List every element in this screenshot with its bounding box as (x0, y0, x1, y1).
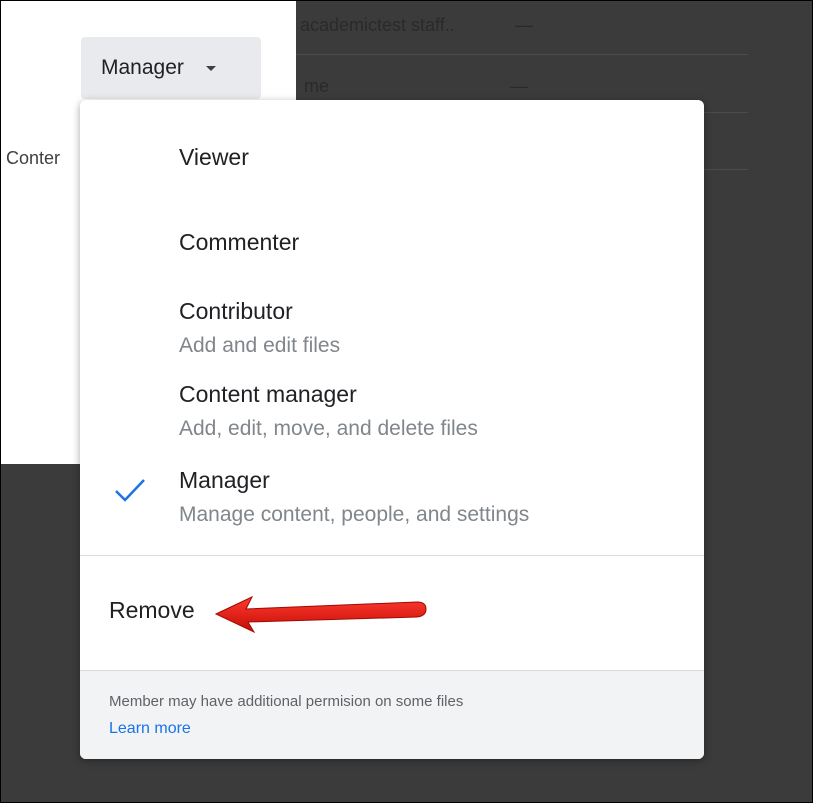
role-menu: Viewer Commenter Contributor Add and edi… (80, 100, 704, 759)
caret-down-icon (205, 65, 216, 71)
menu-item-description: Manage content, people, and settings (179, 503, 530, 526)
cut-off-label: Conter (6, 148, 61, 168)
red-arrow-icon (214, 595, 427, 634)
menu-item-content-manager[interactable]: Content manager Add, edit, move, and del… (80, 370, 704, 456)
menu-footer: Member may have additional permision on … (80, 671, 704, 759)
menu-item-label: Manager (179, 467, 270, 493)
table-row-name: me (304, 76, 330, 96)
check-icon (115, 479, 145, 502)
table-row-value: — (515, 15, 533, 35)
menu-item-commenter[interactable]: Commenter (80, 200, 704, 280)
menu-item-contributor[interactable]: Contributor Add and edit files (80, 280, 704, 370)
menu-item-label: Contributor (179, 298, 293, 324)
learn-more-link[interactable]: Learn more (109, 720, 191, 738)
table-row-name: academictest staff.. (300, 15, 455, 35)
menu-item-viewer[interactable]: Viewer (80, 100, 704, 200)
menu-item-label: Commenter (179, 229, 300, 255)
menu-item-label: Viewer (179, 144, 249, 170)
table-row-value: — (510, 76, 528, 96)
menu-item-label: Content manager (179, 381, 357, 407)
menu-item-description: Add, edit, move, and delete files (179, 417, 478, 440)
footer-note: Member may have additional permision on … (109, 693, 464, 710)
table-divider (296, 54, 748, 55)
menu-item-manager[interactable]: Manager Manage content, people, and sett… (80, 456, 704, 554)
role-dropdown-button[interactable]: Manager (81, 37, 261, 99)
remove-label: Remove (109, 597, 195, 623)
role-dropdown-label: Manager (101, 56, 184, 79)
menu-item-description: Add and edit files (179, 334, 341, 357)
